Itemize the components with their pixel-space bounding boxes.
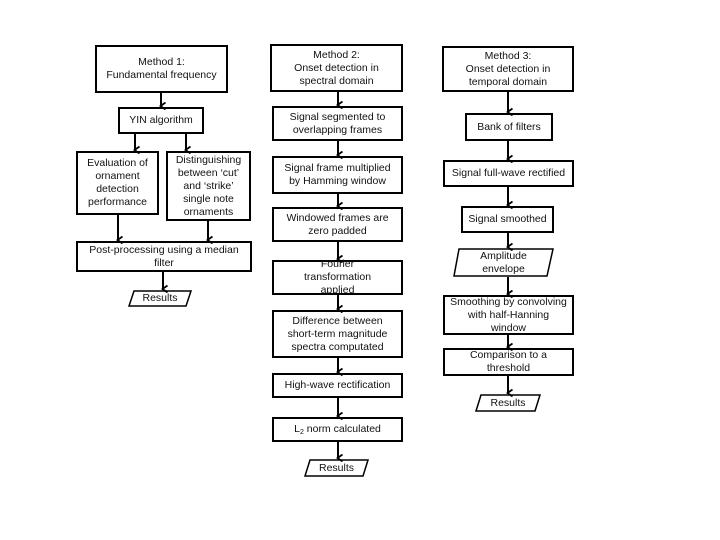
method3-header: Method 3: Onset detection in temporal do… (442, 46, 574, 92)
method3-amplitude-envelope-label: Amplitude envelope (480, 249, 527, 275)
method3-bank-of-filters: Bank of filters (465, 113, 553, 141)
method3-smoothed: Signal smoothed (461, 206, 554, 233)
method1-yin-algorithm: YIN algorithm (118, 107, 204, 134)
l2-norm-label: L2 norm calculated (294, 423, 381, 436)
method2-l2-norm: L2 norm calculated (272, 417, 403, 442)
method2-zero-padded: Windowed frames are zero padded (272, 207, 403, 242)
method2-results-label: Results (318, 461, 354, 474)
method2-segmented: Signal segmented to overlapping frames (272, 106, 403, 141)
method3-full-wave: Signal full-wave rectified (443, 160, 574, 187)
method3-threshold: Comparison to a threshold (443, 348, 574, 376)
method1-header: Method 1: Fundamental frequency (95, 45, 228, 93)
method1-evaluation: Evaluation of ornament detection perform… (76, 151, 159, 215)
method3-results-label: Results (490, 396, 526, 409)
method1-results-label: Results (142, 292, 178, 304)
method2-hamming: Signal frame multiplied by Hamming windo… (272, 156, 403, 194)
method3-results: Results (474, 394, 542, 412)
method2-results: Results (303, 459, 370, 477)
method3-amplitude-envelope: Amplitude envelope (453, 248, 554, 277)
method2-header: Method 2: Onset detection in spectral do… (270, 44, 403, 92)
method1-distinguishing: Distinguishing between ‘cut’ and ‘strike… (166, 151, 251, 221)
method2-difference: Difference between short-term magnitude … (272, 310, 403, 358)
method2-fourier: Fourier transformation applied (272, 258, 403, 296)
method3-convolving: Smoothing by convolving with half-Hannin… (443, 295, 574, 335)
flowchart-canvas: Method 1: Fundamental frequency YIN algo… (0, 0, 720, 540)
method2-high-wave: High-wave rectification (272, 373, 403, 398)
method1-postprocessing: Post-processing using a median filter (76, 241, 252, 272)
method1-results: Results (127, 290, 193, 307)
